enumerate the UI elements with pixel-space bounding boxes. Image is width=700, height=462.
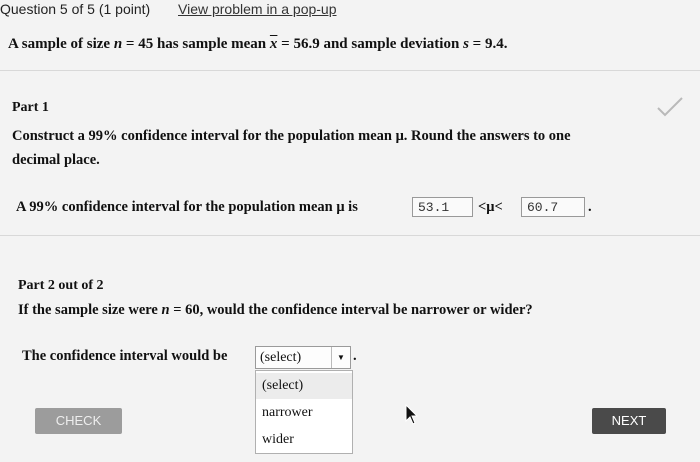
part1-instruction-line1: Construct a 99% confidence interval for … (12, 128, 571, 144)
sentence-end-period: . (353, 348, 357, 364)
problem-statement: A sample of size n = 45 has sample mean … (8, 36, 508, 52)
lower-bound-input[interactable]: 53.1 (412, 197, 473, 217)
part1-answer-sentence: A 99% confidence interval for the popula… (16, 199, 358, 215)
check-button[interactable]: CHECK (35, 408, 122, 434)
divider (0, 235, 700, 236)
option-select[interactable]: (select) (256, 373, 352, 399)
divider (0, 70, 700, 71)
part1-title: Part 1 (12, 100, 49, 115)
part2-title: Part 2 out of 2 (18, 278, 104, 293)
part1-instruction-line2: decimal place. (12, 152, 100, 168)
question-status: Question 5 of 5 (1 point) (0, 1, 151, 17)
option-wider[interactable]: wider (256, 427, 352, 453)
upper-bound-input[interactable]: 60.7 (521, 197, 585, 217)
mouse-cursor-icon (405, 404, 419, 425)
question-header: Question 5 of 5 (1 point) View problem i… (0, 0, 700, 22)
interval-width-select[interactable]: (select) ▼ (255, 346, 351, 369)
view-popup-link[interactable]: View problem in a pop-up (178, 0, 337, 19)
option-narrower[interactable]: narrower (256, 400, 352, 426)
chevron-down-icon[interactable]: ▼ (331, 347, 350, 368)
sentence-end-period: . (588, 199, 592, 215)
part2-question: If the sample size were n = 60, would th… (18, 302, 533, 318)
part2-answer-sentence: The confidence interval would be (22, 348, 228, 364)
select-value: (select) (260, 350, 302, 365)
select-dropdown-menu: (select) narrower wider (255, 370, 353, 454)
mu-inequality: <μ< (478, 199, 503, 215)
next-button[interactable]: NEXT (592, 408, 666, 434)
checkmark-icon (657, 97, 683, 117)
